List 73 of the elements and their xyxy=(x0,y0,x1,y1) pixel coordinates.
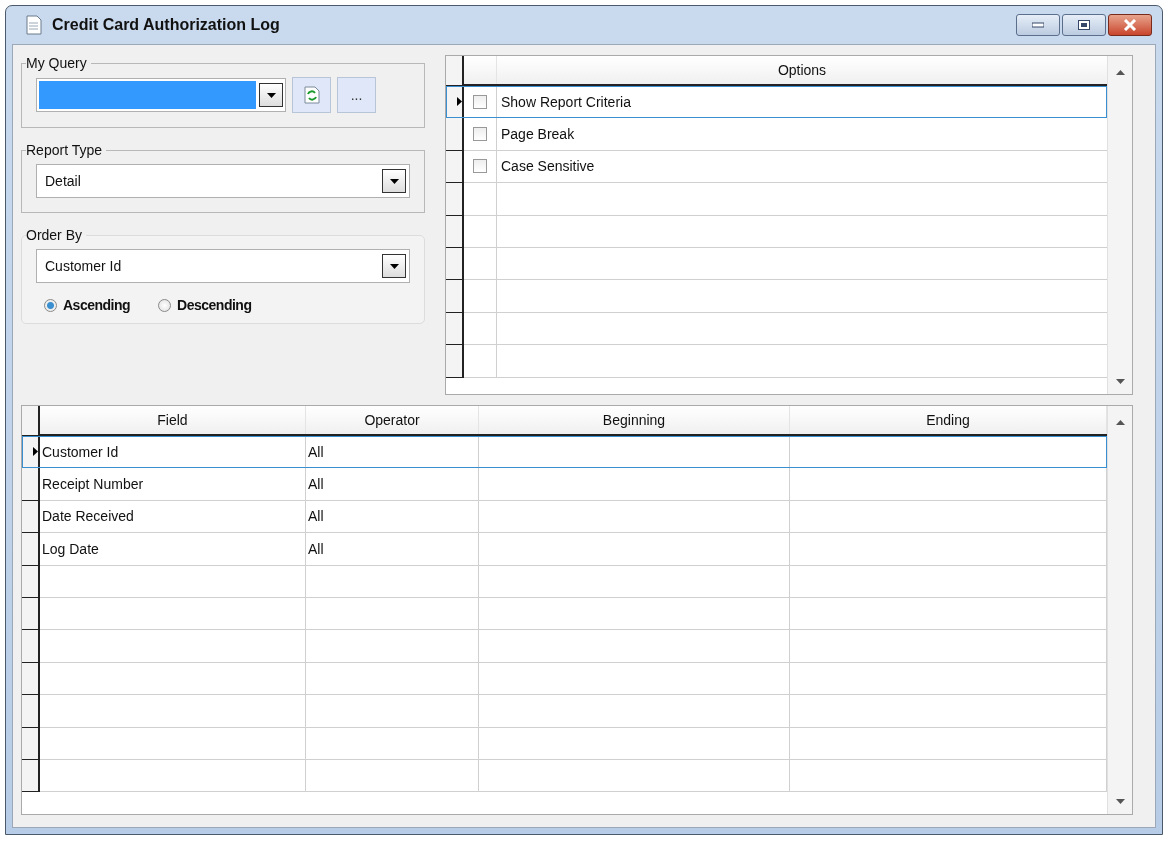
row-header-cell[interactable] xyxy=(22,436,40,469)
minimize-icon xyxy=(1032,22,1044,28)
scrollbar[interactable] xyxy=(1107,56,1132,394)
row-pointer-icon xyxy=(457,97,462,107)
report-type-dropdown[interactable]: Detail xyxy=(36,164,410,198)
row-header-cell[interactable] xyxy=(446,280,464,313)
criteria-row[interactable]: Customer Id All xyxy=(22,436,1107,469)
table-cell: All xyxy=(306,468,479,500)
table-cell: All xyxy=(306,500,479,533)
document-icon xyxy=(26,15,42,35)
row-header-cell[interactable] xyxy=(22,597,40,631)
close-button[interactable] xyxy=(1108,14,1152,36)
row-header-cell[interactable] xyxy=(446,345,464,378)
row-header-cell[interactable] xyxy=(446,118,464,151)
query-dropdown[interactable] xyxy=(36,78,286,112)
option-row[interactable]: Show Report Criteria xyxy=(446,86,1107,119)
row-header-cell[interactable] xyxy=(22,727,40,760)
row-header-cell[interactable] xyxy=(22,565,40,598)
minimize-button[interactable] xyxy=(1016,14,1060,36)
row-header-cell[interactable] xyxy=(446,247,464,281)
maximize-icon xyxy=(1078,20,1090,30)
checkbox[interactable] xyxy=(473,159,487,174)
sort-radio-option[interactable]: Ascending xyxy=(44,297,131,313)
table-cell: Date Received xyxy=(40,500,306,533)
group-label: My Query xyxy=(26,55,88,71)
scroll-down-icon xyxy=(1115,799,1125,804)
row-header-cell[interactable] xyxy=(446,312,464,346)
row-header-cell[interactable] xyxy=(22,500,40,534)
close-icon xyxy=(1123,19,1137,31)
row-pointer-icon xyxy=(33,447,38,457)
table-cell: Customer Id xyxy=(40,436,306,468)
row-header-cell[interactable] xyxy=(446,150,464,184)
row-header-cell[interactable] xyxy=(446,215,464,248)
sort-radio-option[interactable]: Descending xyxy=(158,297,252,313)
column-header: Options xyxy=(776,61,828,80)
row-header-cell[interactable] xyxy=(22,759,40,793)
option-label: Page Break xyxy=(500,125,576,145)
order-by-dropdown[interactable]: Customer Id xyxy=(36,249,410,283)
radio-button[interactable] xyxy=(44,298,57,312)
column-header: Operator xyxy=(306,406,479,434)
checkbox[interactable] xyxy=(473,94,487,109)
column-header: Field xyxy=(40,406,306,434)
scroll-down-icon xyxy=(1115,379,1125,384)
option-row[interactable]: Page Break xyxy=(446,118,1107,151)
row-header-cell[interactable] xyxy=(22,533,40,566)
option-row[interactable]: Case Sensitive xyxy=(446,150,1107,184)
criteria-row[interactable]: Date Received All xyxy=(22,500,1107,534)
row-header-cell[interactable] xyxy=(22,468,40,501)
maximize-button[interactable] xyxy=(1062,14,1106,36)
row-header-cell[interactable] xyxy=(22,662,40,696)
window-title: Credit Card Authorization Log xyxy=(52,16,280,34)
scroll-up-icon xyxy=(1115,70,1125,75)
column-header: Beginning xyxy=(479,406,790,434)
table-cell: All xyxy=(306,533,479,565)
option-label: Case Sensitive xyxy=(500,157,596,177)
option-label: Show Report Criteria xyxy=(500,92,632,112)
table-cell: All xyxy=(306,436,479,468)
row-header-cell[interactable] xyxy=(446,86,464,119)
group-label: Report Type xyxy=(26,142,103,158)
criteria-row[interactable]: Receipt Number All xyxy=(22,468,1107,501)
row-header-cell[interactable] xyxy=(22,630,40,663)
criteria-row[interactable]: Log Date All xyxy=(22,533,1107,566)
group-label: Order By xyxy=(26,227,83,243)
browse-button[interactable]: ... xyxy=(337,77,376,113)
refresh-icon xyxy=(303,86,320,104)
scrollbar[interactable] xyxy=(1107,406,1132,814)
radio-button[interactable] xyxy=(158,298,172,312)
row-header-cell[interactable] xyxy=(22,695,40,728)
checkbox[interactable] xyxy=(473,127,487,142)
table-cell: Receipt Number xyxy=(40,468,306,500)
table-cell: Log Date xyxy=(40,533,306,565)
scroll-up-icon xyxy=(1115,420,1125,425)
row-header-cell[interactable] xyxy=(446,183,464,216)
